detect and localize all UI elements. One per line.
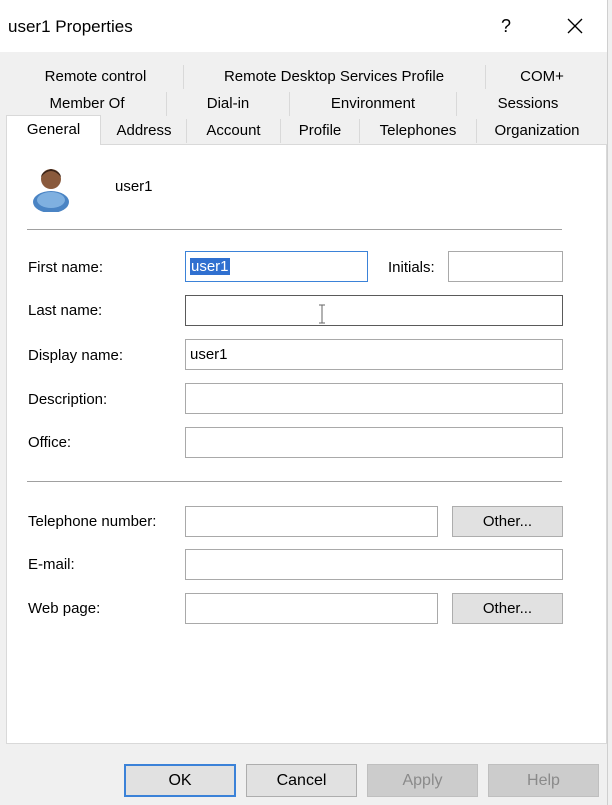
first-name-field[interactable]: user1: [185, 251, 368, 282]
tab-divider: [289, 92, 290, 116]
window-title: user1 Properties: [8, 17, 133, 36]
description-label: Description:: [28, 391, 108, 408]
tab-telephones[interactable]: Telephones: [360, 117, 476, 144]
tab-divider: [280, 119, 281, 143]
display-name-label: Display name:: [28, 347, 124, 364]
tab-divider: [476, 119, 477, 143]
tab-member-of[interactable]: Member Of: [8, 90, 166, 117]
email-label: E-mail:: [28, 556, 75, 573]
cancel-button[interactable]: Cancel: [246, 764, 357, 797]
ok-button[interactable]: OK: [124, 764, 236, 797]
tab-divider: [456, 92, 457, 116]
tab-organization[interactable]: Organization: [477, 117, 597, 144]
initials-label: Initials:: [388, 259, 435, 276]
initials-field[interactable]: [448, 251, 563, 282]
window-edge: [607, 0, 612, 805]
tab-divider: [166, 92, 167, 116]
tab-remote-control[interactable]: Remote control: [8, 63, 183, 90]
telephone-label: Telephone number:: [28, 513, 157, 530]
close-icon: [567, 18, 583, 34]
last-name-field[interactable]: [185, 295, 563, 326]
tab-divider: [485, 65, 486, 89]
ibeam-cursor-icon: [319, 304, 325, 324]
user-avatar-icon: [33, 169, 69, 212]
close-button[interactable]: [556, 10, 592, 42]
web-page-field[interactable]: [185, 593, 438, 624]
last-name-label: Last name:: [28, 302, 103, 319]
telephone-other-button[interactable]: Other...: [452, 506, 563, 537]
tab-general[interactable]: General: [6, 115, 101, 145]
tab-com-plus[interactable]: COM+: [486, 63, 598, 90]
tab-remote-desktop-services-profile[interactable]: Remote Desktop Services Profile: [184, 63, 484, 90]
title-bar: user1 Properties ?: [0, 0, 612, 52]
tab-divider: [359, 119, 360, 143]
help-footer-button[interactable]: Help: [488, 764, 599, 797]
user-display-name: user1: [115, 178, 153, 195]
web-page-label: Web page:: [28, 600, 101, 617]
help-button[interactable]: ?: [493, 10, 519, 42]
display-name-field[interactable]: user1: [185, 339, 563, 370]
web-page-other-button[interactable]: Other...: [452, 593, 563, 624]
tab-environment[interactable]: Environment: [290, 90, 456, 117]
tab-dial-in[interactable]: Dial-in: [167, 90, 289, 117]
office-field[interactable]: [185, 427, 563, 458]
tab-profile[interactable]: Profile: [281, 117, 359, 144]
divider: [27, 229, 562, 230]
first-name-value: user1: [190, 258, 230, 275]
description-field[interactable]: [185, 383, 563, 414]
tab-address[interactable]: Address: [102, 117, 186, 144]
divider: [27, 481, 562, 482]
office-label: Office:: [28, 434, 72, 451]
tab-divider: [186, 119, 187, 143]
email-field[interactable]: [185, 549, 563, 580]
tab-sessions[interactable]: Sessions: [457, 90, 599, 117]
first-name-label: First name:: [28, 259, 104, 276]
tab-divider: [183, 65, 184, 89]
telephone-field[interactable]: [185, 506, 438, 537]
tab-account[interactable]: Account: [187, 117, 280, 144]
apply-button[interactable]: Apply: [367, 764, 478, 797]
